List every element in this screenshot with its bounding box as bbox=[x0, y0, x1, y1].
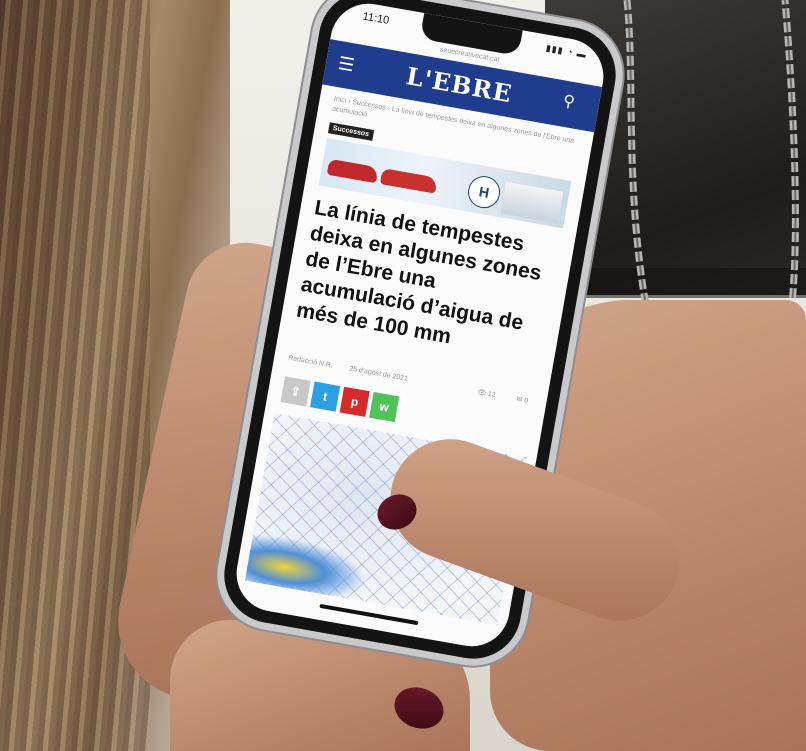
article-date: 25 d'agost de 2021 bbox=[348, 365, 409, 383]
ad-car-image bbox=[326, 158, 379, 184]
status-time: 11:10 bbox=[361, 10, 391, 27]
share-icon[interactable]: ⇪ bbox=[280, 376, 311, 407]
view-count: 👁 12 bbox=[476, 389, 497, 400]
ad-car-image bbox=[379, 168, 438, 194]
ad-brand-logo: H bbox=[465, 173, 503, 211]
hamburger-menu-icon[interactable]: ☰ bbox=[337, 53, 358, 75]
pinterest-icon[interactable]: p bbox=[339, 386, 370, 417]
map-highlight bbox=[244, 531, 372, 602]
twitter-icon[interactable]: t bbox=[310, 381, 341, 412]
photo-scene: 11:10 ▮▮▮ ◔ ▬ seuecreativecat.cat ☰ L'EB… bbox=[0, 0, 806, 751]
article-author[interactable]: Redacció N.R. bbox=[288, 355, 334, 370]
ad-dealership-image bbox=[500, 181, 564, 224]
whatsapp-icon[interactable]: w bbox=[369, 391, 400, 423]
status-icons: ▮▮▮ ◔ ▬ bbox=[545, 42, 588, 60]
category-badge[interactable]: Successos bbox=[327, 122, 374, 141]
comment-count[interactable]: ✉ 0 bbox=[516, 395, 529, 405]
search-icon[interactable]: ⚲ bbox=[561, 93, 582, 114]
